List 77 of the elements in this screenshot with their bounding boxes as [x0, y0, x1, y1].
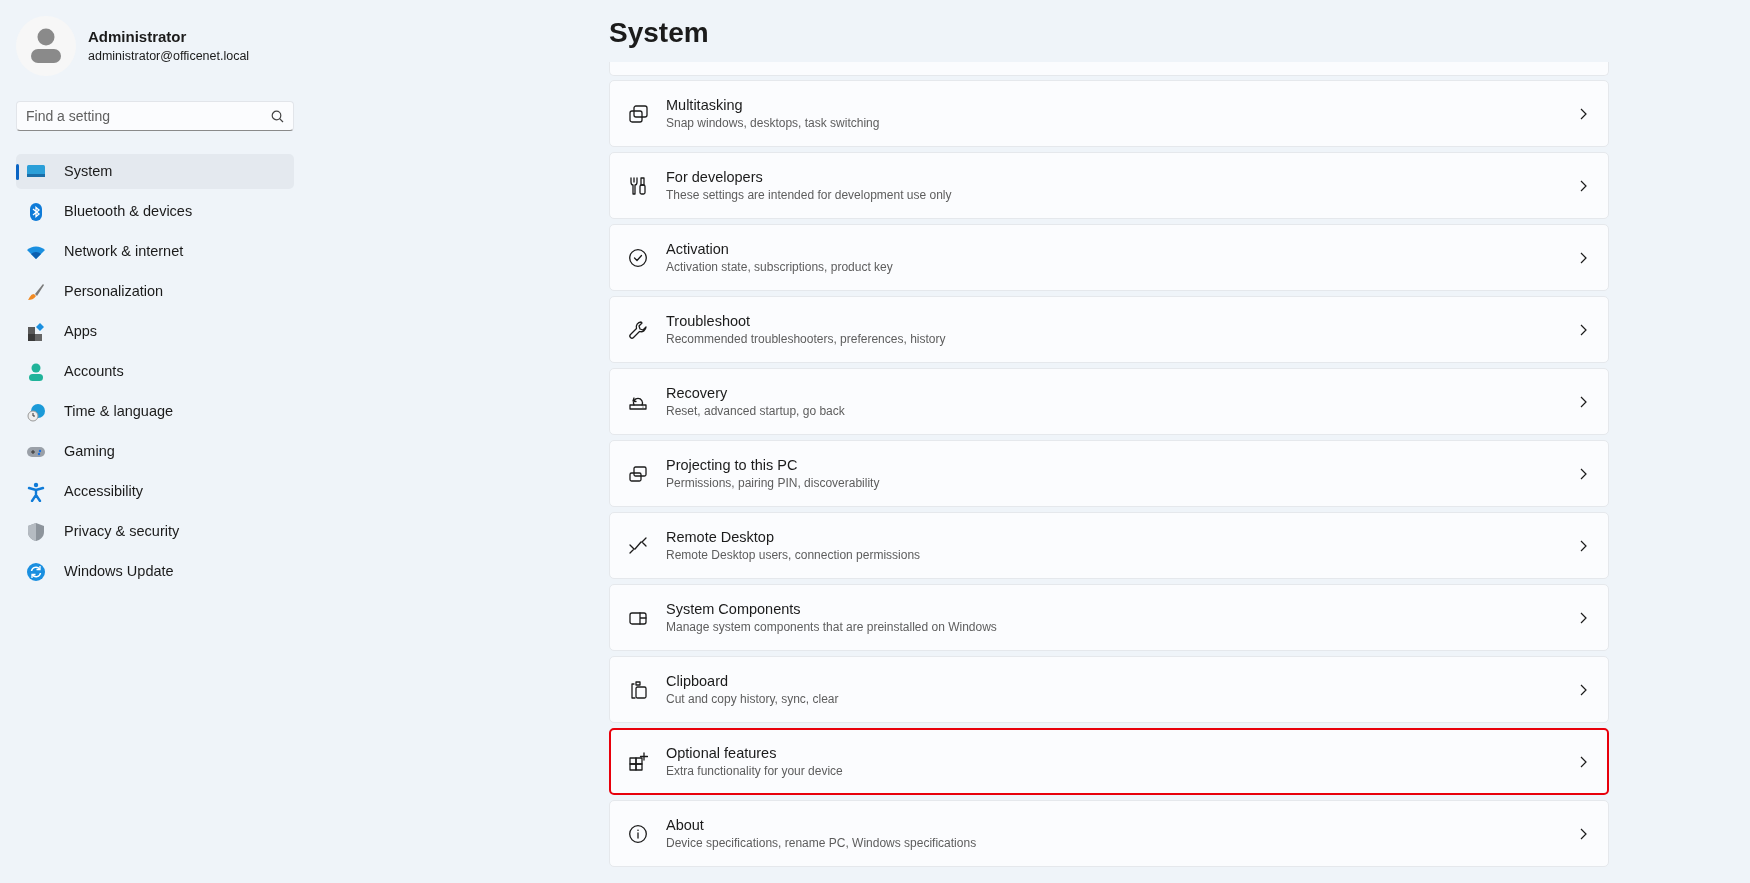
- setting-title: Multitasking: [666, 95, 744, 115]
- selection-indicator: [16, 164, 19, 180]
- shield-icon: [26, 521, 46, 542]
- setting-description: Activation state, subscriptions, product key: [666, 258, 894, 276]
- chevron-right-icon: [1580, 683, 1587, 696]
- setting-title: Clipboard: [666, 671, 730, 691]
- wrench-icon: [628, 319, 648, 340]
- person-icon: [31, 28, 61, 64]
- settings-card[interactable]: Optional features Extra functionality for your device: [609, 728, 1609, 795]
- settings-card[interactable]: Troubleshoot Recommended troubleshooters, preferences, history: [609, 296, 1609, 363]
- setting-description: Reset, advanced startup, go back: [666, 402, 846, 420]
- search-icon: [271, 110, 284, 123]
- settings-card[interactable]: Remote Desktop Remote Desktop users, connection permissions: [609, 512, 1609, 579]
- setting-description: Manage system components that are preinstalled on Windows: [666, 618, 998, 636]
- setting-title: Optional features: [666, 743, 778, 763]
- chevron-right-icon: [1580, 755, 1587, 768]
- setting-title: For developers: [666, 167, 764, 187]
- settings-card[interactable]: Recovery Reset, advanced startup, go back: [609, 368, 1609, 435]
- chevron-right-icon: [1580, 179, 1587, 192]
- search-field[interactable]: Find a setting: [16, 101, 294, 131]
- nav-item[interactable]: Windows Update: [16, 554, 294, 589]
- chevron-right-icon: [1580, 539, 1587, 552]
- nav-item[interactable]: Time & language: [16, 394, 294, 429]
- chevron-right-icon: [1580, 611, 1587, 624]
- setting-description: Cut and copy history, sync, clear: [666, 690, 840, 708]
- setting-description: Remote Desktop users, connection permissions: [666, 546, 922, 564]
- settings-card[interactable]: About Device specifications, rename PC, Windows specifications: [609, 800, 1609, 867]
- nav-item[interactable]: Gaming: [16, 434, 294, 469]
- nav-item[interactable]: Privacy & security: [16, 514, 294, 549]
- checkmark-circle-icon: [628, 247, 648, 268]
- setting-title: System Components: [666, 599, 802, 619]
- chevron-right-icon: [1580, 107, 1587, 120]
- setting-title: Activation: [666, 239, 730, 259]
- settings-card[interactable]: Projecting to this PC Permissions, pairing PIN, discoverability: [609, 440, 1609, 507]
- settings-card[interactable]: Clipboard Cut and copy history, sync, clear: [609, 656, 1609, 723]
- paintbrush-icon: [26, 281, 46, 302]
- refresh-icon: [26, 561, 46, 582]
- setting-description: Device specifications, rename PC, Windows specifications: [666, 834, 978, 852]
- setting-title: Recovery: [666, 383, 729, 403]
- nav-item[interactable]: Network & internet: [16, 234, 294, 269]
- nav-item[interactable]: Personalization: [16, 274, 294, 309]
- windows-stack-icon: [628, 103, 648, 124]
- settings-card[interactable]: Multitasking Snap windows, desktops, task switching: [609, 80, 1609, 147]
- chevron-right-icon: [1580, 251, 1587, 264]
- nav-item[interactable]: System: [16, 154, 294, 189]
- settings-card[interactable]: System Components Manage system components that are preinstalled on Windows: [609, 584, 1609, 651]
- setting-title: Troubleshoot: [666, 311, 752, 331]
- chevron-right-icon: [1580, 395, 1587, 408]
- setting-description: Snap windows, desktops, task switching: [666, 114, 881, 132]
- globe-clock-icon: [26, 401, 46, 422]
- accessibility-icon: [26, 481, 46, 502]
- grid-plus-icon: [628, 751, 648, 772]
- setting-description: These settings are intended for development use only: [666, 186, 953, 204]
- chevron-right-icon: [1580, 827, 1587, 840]
- setting-description: Recommended troubleshooters, preferences, history: [666, 330, 947, 348]
- person-icon: [26, 361, 46, 382]
- screens-icon: [628, 463, 648, 484]
- settings-card[interactable]: For developers These settings are intended for development use only: [609, 152, 1609, 219]
- setting-title: Projecting to this PC: [666, 455, 799, 475]
- setting-title: About: [666, 815, 705, 835]
- chevron-right-icon: [1580, 323, 1587, 336]
- chevron-right-icon: [1580, 467, 1587, 480]
- user-email: administrator@officenet.local: [88, 48, 250, 65]
- nav-item[interactable]: Accounts: [16, 354, 294, 389]
- page-title: System: [609, 16, 710, 50]
- nav-item[interactable]: Apps: [16, 314, 294, 349]
- nav-item[interactable]: Accessibility: [16, 474, 294, 509]
- apps-icon: [26, 321, 46, 342]
- setting-title: Remote Desktop: [666, 527, 775, 547]
- settings-card[interactable]: Activation Activation state, subscriptions, product key: [609, 224, 1609, 291]
- tools-icon: [628, 175, 648, 196]
- nav-item[interactable]: Bluetooth & devices: [16, 194, 294, 229]
- info-icon: [628, 823, 648, 844]
- user-name: Administrator: [88, 27, 188, 47]
- setting-description: Extra functionality for your device: [666, 762, 844, 780]
- setting-description: Permissions, pairing PIN, discoverability: [666, 474, 881, 492]
- clipboard-icon: [628, 679, 648, 700]
